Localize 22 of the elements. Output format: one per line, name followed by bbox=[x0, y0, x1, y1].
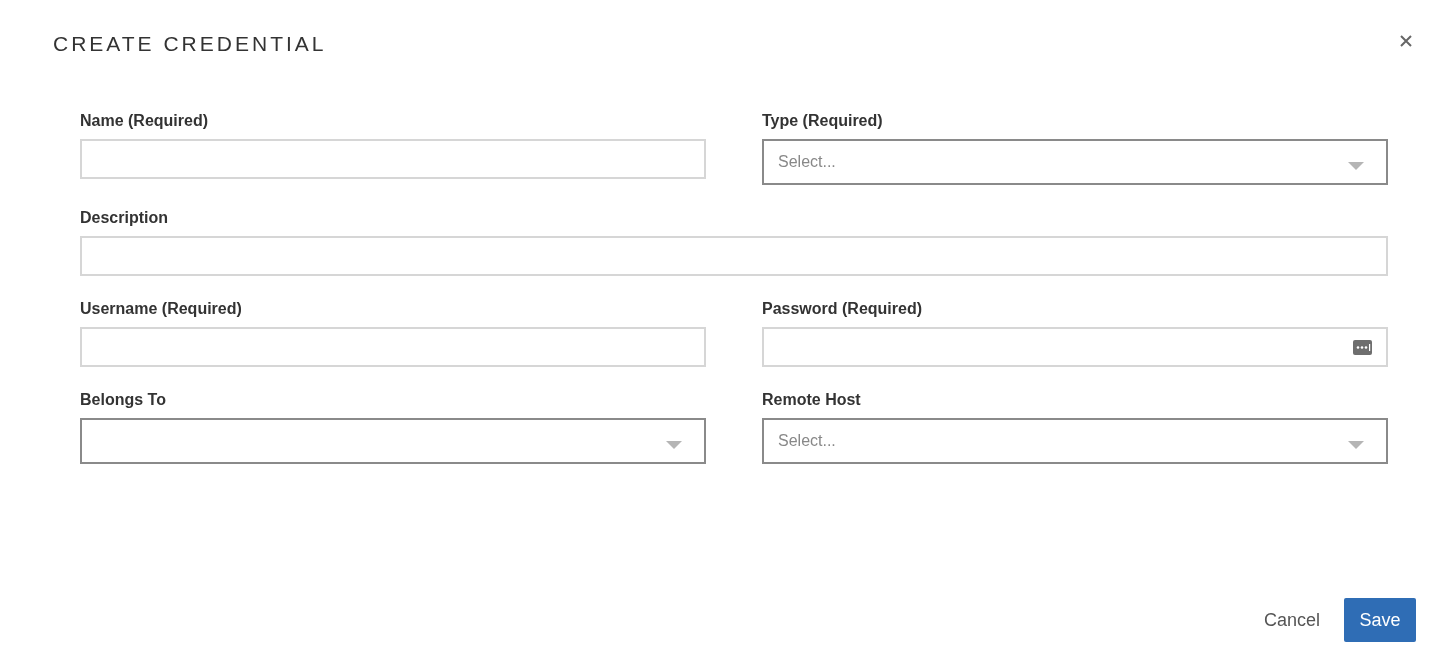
password-icon bbox=[1353, 339, 1372, 355]
caret-icon bbox=[1348, 162, 1364, 170]
password-field[interactable] bbox=[762, 327, 1388, 367]
input-field[interactable] bbox=[80, 327, 706, 367]
field-label: Description bbox=[80, 208, 169, 228]
close-icon[interactable] bbox=[1400, 35, 1412, 47]
dialog-title: CREATE CREDENTIAL bbox=[53, 31, 327, 57]
field-label: Username (Required) bbox=[80, 299, 243, 319]
select-field[interactable]: Select... bbox=[762, 418, 1388, 464]
field-label: Password (Required) bbox=[762, 299, 924, 319]
caret-icon bbox=[1348, 441, 1364, 449]
select-field[interactable]: Select... bbox=[762, 139, 1388, 185]
caret-icon bbox=[666, 441, 682, 449]
field-label: Type (Required) bbox=[762, 111, 884, 131]
save-button[interactable]: Save bbox=[1344, 598, 1416, 642]
cancel-button[interactable]: Cancel bbox=[1263, 609, 1320, 631]
select-field[interactable] bbox=[80, 418, 706, 464]
field-label: Remote Host bbox=[762, 390, 862, 410]
field-label: Name (Required) bbox=[80, 111, 210, 131]
input-field[interactable] bbox=[80, 236, 1388, 276]
input-field[interactable] bbox=[80, 139, 706, 179]
field-label: Belongs To bbox=[80, 390, 167, 410]
